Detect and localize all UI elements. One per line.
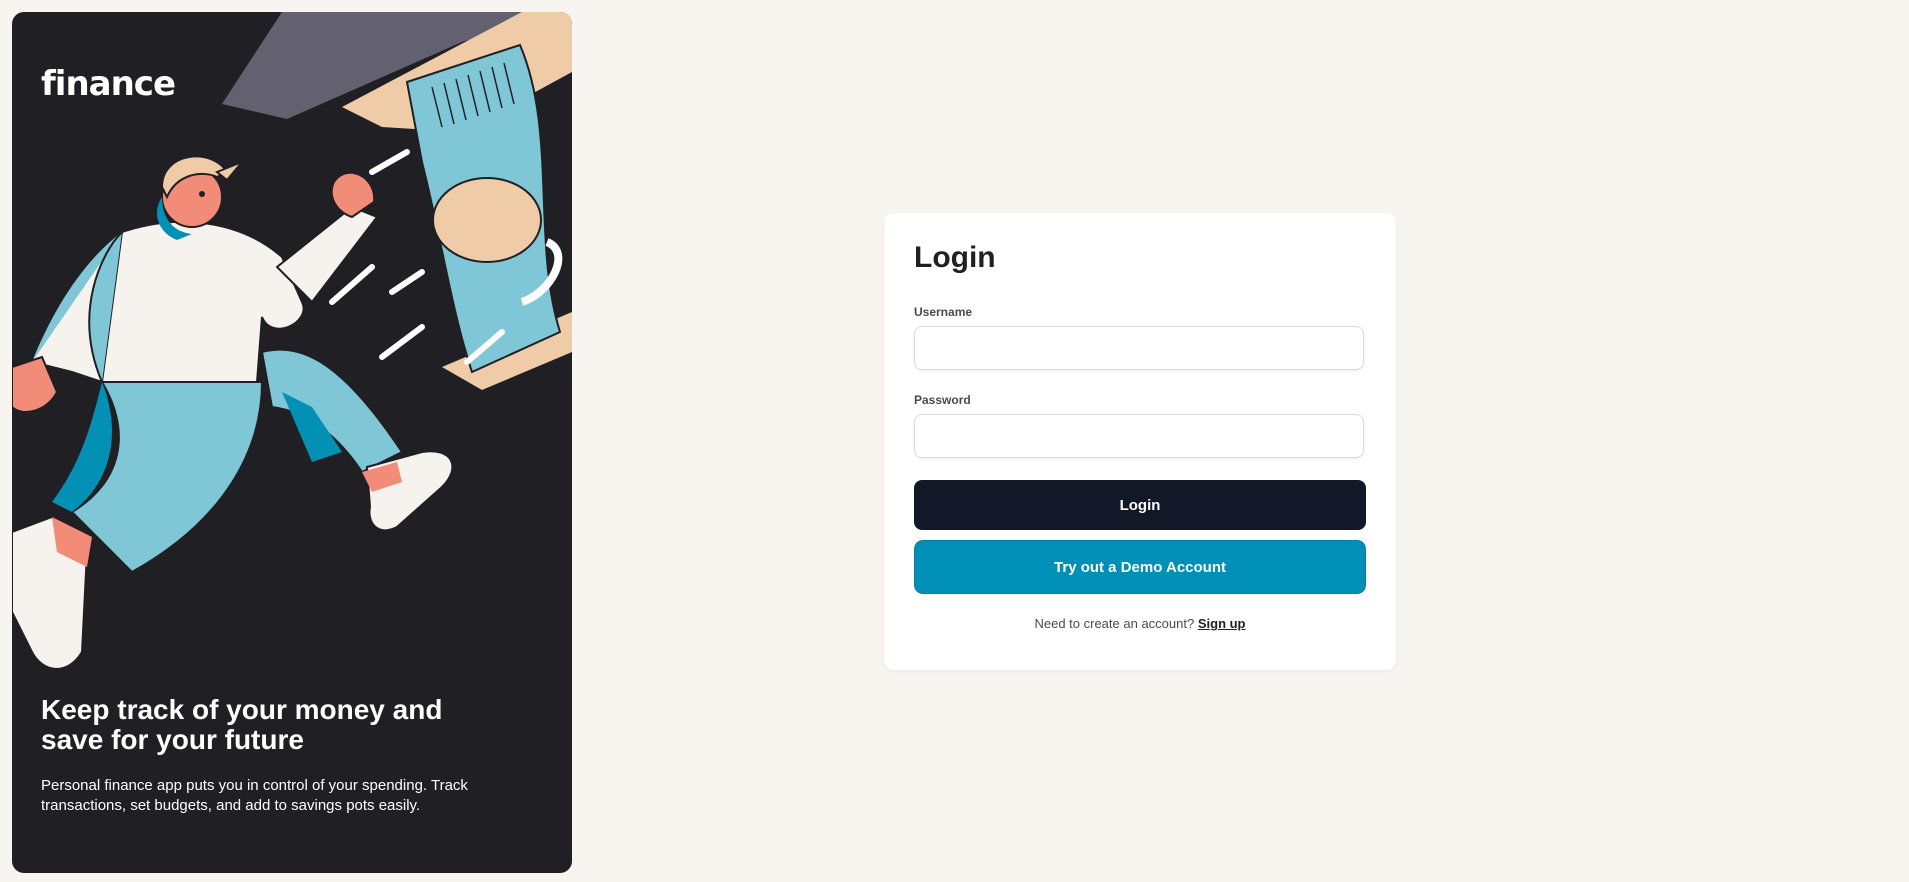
signup-prompt-text: Need to create an account? bbox=[1034, 616, 1195, 631]
password-input[interactable] bbox=[914, 414, 1364, 458]
hero-panel: finance Keep track of your money and sav… bbox=[12, 12, 572, 873]
username-label: Username bbox=[914, 305, 973, 319]
signup-link[interactable]: Sign up bbox=[1198, 616, 1246, 631]
login-title: Login bbox=[914, 241, 996, 274]
signup-prompt: Need to create an account? Sign up bbox=[884, 616, 1396, 631]
hero-headline: Keep track of your money and save for yo… bbox=[41, 694, 443, 755]
finance-logo: finance bbox=[41, 64, 176, 104]
password-label: Password bbox=[914, 393, 971, 407]
login-button[interactable]: Login bbox=[914, 480, 1366, 530]
hero-description: Personal finance app puts you in control… bbox=[41, 777, 468, 814]
login-card: Login Username Password Login Try out a … bbox=[884, 213, 1396, 670]
demo-account-button[interactable]: Try out a Demo Account bbox=[915, 541, 1365, 593]
username-input[interactable] bbox=[914, 326, 1364, 370]
